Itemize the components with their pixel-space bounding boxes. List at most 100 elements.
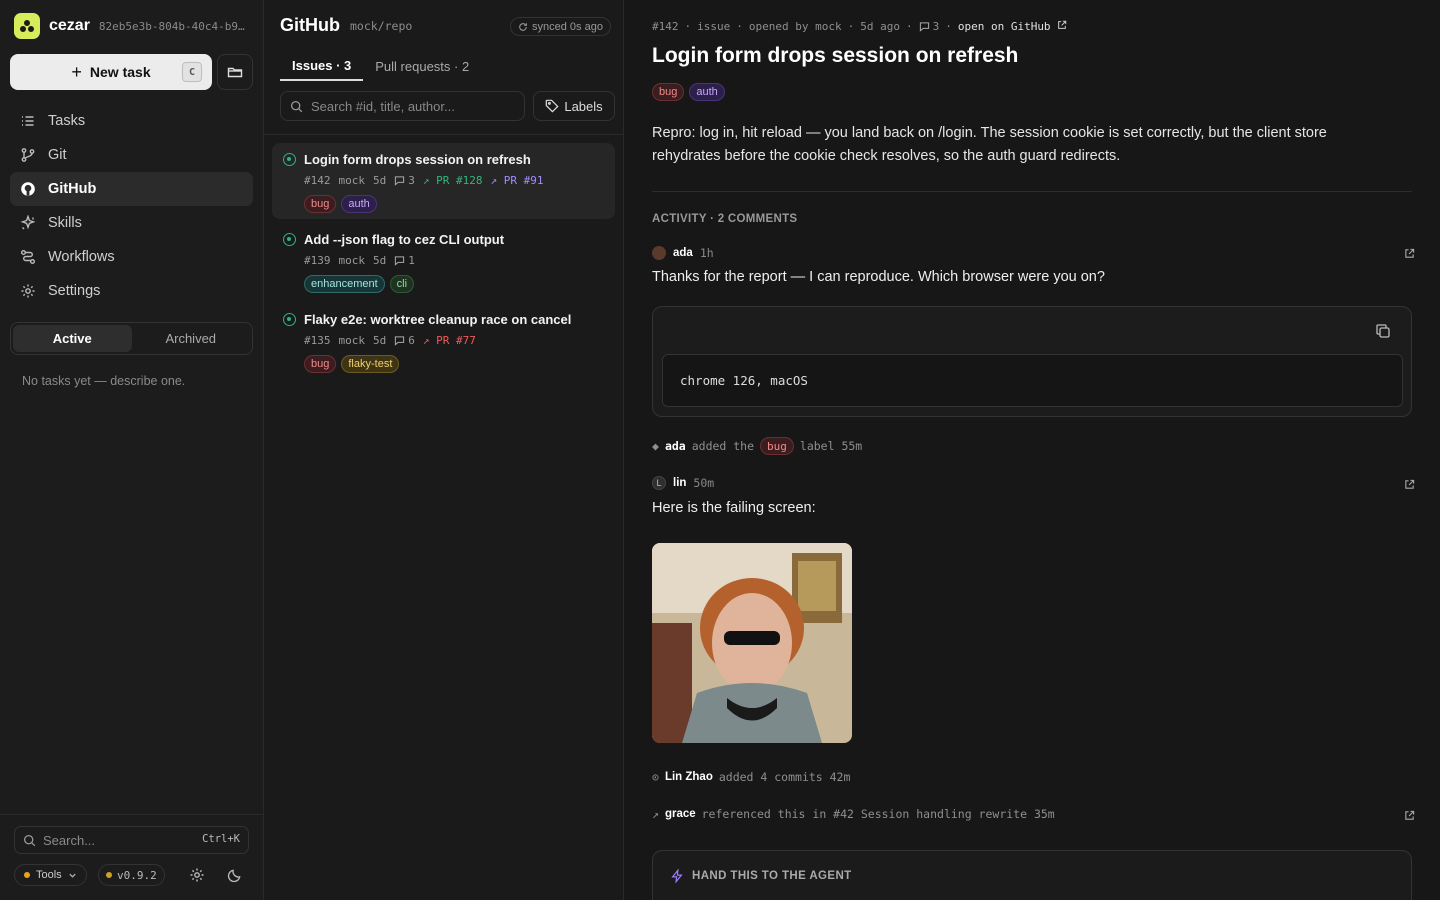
task-filter-segment: Active Archived — [10, 322, 253, 355]
event-diamond-icon: ◆ — [652, 439, 659, 453]
activity-header: ACTIVITY · 2 COMMENTS — [652, 213, 798, 225]
sidebar-divider — [0, 814, 263, 815]
detail-age: 5d ago — [860, 20, 900, 33]
issue-detail-labels: bug auth — [652, 83, 725, 101]
copy-button[interactable] — [1375, 323, 1391, 342]
issue-number: #135 — [304, 334, 331, 347]
labels-filter-button[interactable]: Labels — [533, 91, 615, 121]
comment-body: Thanks for the report — I can reproduce.… — [652, 269, 1105, 285]
tab-issues[interactable]: Issues · 3 — [280, 51, 364, 81]
label-badge: bug — [760, 437, 794, 455]
chevron-down-icon — [69, 873, 76, 878]
github-icon — [21, 182, 35, 196]
pr-arrow-icon: ↗ — [490, 174, 498, 187]
open-on-github-link[interactable]: open on GitHub — [958, 20, 1067, 33]
empty-tasks-message: No tasks yet — describe one. — [22, 374, 186, 388]
workflow-icon — [21, 250, 35, 264]
app-name: cezar — [49, 17, 90, 34]
global-search-input[interactable]: Search... Ctrl+K — [14, 826, 249, 854]
issue-author: mock — [338, 254, 366, 267]
handoff-title: HAND THIS TO THE AGENT — [692, 870, 852, 882]
linked-pr[interactable]: ↗ PR #77 — [423, 334, 476, 347]
issue-row-135[interactable]: Flaky e2e: worktree cleanup race on canc… — [272, 303, 615, 379]
global-search-placeholder: Search... — [43, 832, 96, 848]
sidebar-item-label: Settings — [48, 283, 101, 299]
sync-status-text: synced 0s ago — [532, 20, 603, 33]
agent-handoff-panel: HAND THIS TO THE AGENT — [652, 850, 1412, 900]
issue-open-icon — [283, 233, 296, 246]
sidebar-item-label: Skills — [48, 215, 82, 231]
new-task-label: New task — [89, 64, 151, 80]
comment-external-link[interactable] — [1404, 477, 1415, 493]
label-badge: bug — [304, 195, 337, 213]
issue-comment-count: 1 — [394, 254, 415, 267]
comment-header: ada 1h — [652, 246, 714, 260]
label-event: ◆ ada added the bug label 55m — [652, 437, 862, 455]
external-link-icon — [1405, 810, 1415, 820]
sidebar-item-workflows[interactable]: Workflows — [10, 240, 253, 274]
issue-author: mock — [338, 334, 366, 347]
list-divider — [264, 134, 623, 135]
issue-comment-count: 6 — [394, 334, 415, 347]
sidebar-item-skills[interactable]: Skills — [10, 206, 253, 240]
attached-screenshot-image[interactable] — [652, 543, 852, 743]
pr-arrow-icon: ↗ — [422, 334, 430, 347]
sidebar-item-label: Git — [48, 147, 67, 163]
issue-title-heading: Login form drops session on refresh — [652, 44, 1019, 67]
comment-body: Here is the failing screen: — [652, 500, 816, 516]
theme-toggle-button[interactable] — [224, 865, 244, 885]
issue-detail-meta: #142 · issue · opened by mock · 5d ago · 3 · … — [652, 20, 1067, 33]
issue-search-placeholder: Search #id, title, author... — [311, 98, 455, 114]
tools-label: Tools — [36, 869, 62, 881]
event-text: added 4 commits 42m — [718, 770, 851, 784]
issue-search-input[interactable]: Search #id, title, author... — [280, 91, 525, 121]
issue-body: Repro: log in, hit reload — you land bac… — [652, 125, 1327, 164]
sidebar-item-settings[interactable]: Settings — [10, 274, 253, 308]
tools-status-dot — [24, 872, 30, 878]
segment-archived[interactable]: Archived — [132, 325, 251, 352]
code-block: chrome 126, macOS — [652, 306, 1412, 417]
issue-meta: #135 mock 5d 6 ↗ PR #77 — [304, 334, 476, 347]
version-badge: v0.9.2 — [98, 864, 165, 886]
linked-pr[interactable]: ↗ PR #91 — [490, 174, 543, 187]
comment-icon — [395, 176, 405, 186]
sync-status-badge[interactable]: synced 0s ago — [510, 17, 611, 36]
label-badge: auth — [689, 83, 725, 101]
issue-row-142[interactable]: Login form drops session on refresh #142… — [272, 143, 615, 219]
detail-comment-count: 3 — [919, 20, 939, 33]
sidebar-item-tasks[interactable]: Tasks — [10, 104, 253, 138]
comment-header: L lin 50m — [652, 476, 714, 490]
folder-icon — [227, 67, 243, 78]
new-task-button[interactable]: + New task C — [10, 54, 212, 90]
external-link-icon — [1405, 479, 1415, 489]
segment-active[interactable]: Active — [13, 325, 132, 352]
version-dot — [106, 872, 112, 878]
issue-open-icon — [283, 153, 296, 166]
open-folder-button[interactable] — [217, 54, 253, 90]
gear-icon — [21, 284, 35, 298]
comment-icon — [395, 256, 405, 266]
issue-age: 5d — [373, 334, 387, 347]
repo-name: mock/repo — [350, 19, 413, 33]
detail-issue-number: #142 — [652, 20, 679, 33]
comment-time: 50m — [693, 476, 715, 490]
new-task-shortcut: C — [182, 62, 202, 82]
issue-number: #139 — [304, 254, 331, 267]
reference-external-link[interactable] — [1404, 808, 1415, 824]
sidebar-item-github[interactable]: GitHub — [10, 172, 253, 206]
settings-button[interactable] — [187, 865, 207, 885]
sidebar-item-git[interactable]: Git — [10, 138, 253, 172]
sparkle-icon — [20, 215, 36, 230]
issue-meta: #139 mock 5d 1 — [304, 254, 415, 267]
label-badge: enhancement — [304, 275, 385, 293]
issue-comment-count: 3 — [394, 174, 415, 187]
linked-pr[interactable]: ↗ PR #128 — [423, 174, 483, 187]
comment-external-link[interactable] — [1404, 246, 1415, 262]
moon-icon — [227, 869, 240, 882]
pr-arrow-icon: ↗ — [422, 174, 430, 187]
tab-pull-requests[interactable]: Pull requests · 2 — [363, 51, 481, 81]
tools-dropdown[interactable]: Tools — [14, 864, 87, 886]
issue-row-139[interactable]: Add --json flag to cez CLI output #139 m… — [272, 223, 615, 299]
comment-time: 1h — [699, 246, 714, 260]
label-badge: flaky-test — [341, 355, 400, 373]
